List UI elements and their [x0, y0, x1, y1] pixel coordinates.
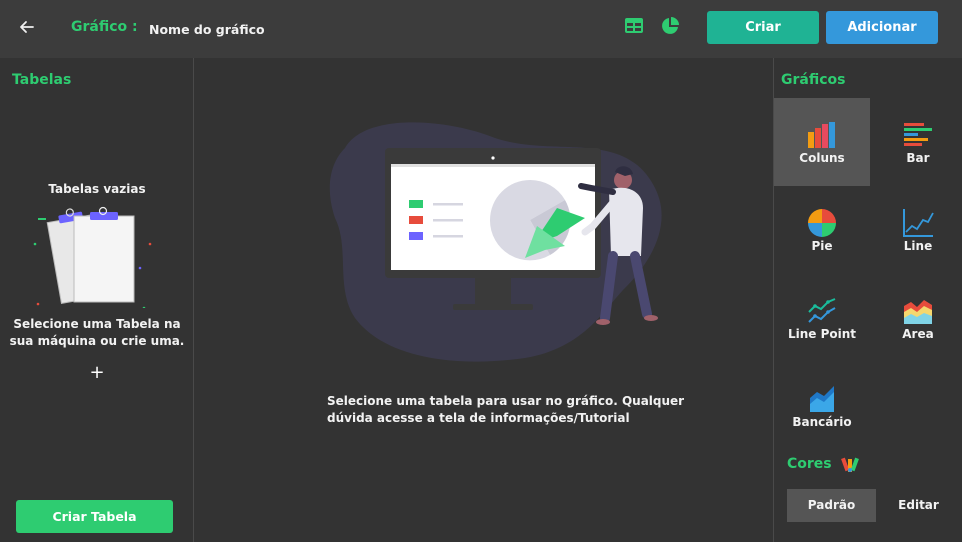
charts-panel: Gráficos Coluns Bar Pie Line Line Point … — [773, 58, 962, 542]
center-message-line-1: Selecione uma tabela para usar no gráfic… — [327, 394, 685, 408]
tables-title: Tabelas — [12, 72, 72, 88]
tables-panel: Tabelas Tabelas vazias Selecione uma Tab… — [0, 58, 194, 542]
add-table-plus-icon[interactable]: + — [86, 362, 108, 384]
clipboard-illustration — [32, 204, 162, 310]
chart-type-label: Area — [902, 327, 934, 341]
pie-view-icon[interactable] — [660, 16, 680, 36]
line-point-chart-icon — [808, 298, 836, 323]
add-button[interactable]: Adicionar — [826, 11, 938, 44]
line-chart-icon — [903, 209, 934, 237]
chart-type-banking[interactable]: Bancário — [774, 362, 870, 450]
pie-chart-icon — [808, 209, 836, 237]
back-arrow-icon[interactable] — [16, 16, 38, 38]
presentation-illustration — [325, 118, 675, 368]
chart-name-field[interactable]: Nome do gráfico — [149, 22, 265, 37]
create-table-button[interactable]: Criar Tabela — [16, 500, 173, 533]
colors-title: Cores — [787, 456, 832, 472]
chart-type-label: Line — [903, 239, 933, 253]
banking-chart-icon — [810, 386, 834, 412]
chart-type-label: Bar — [906, 151, 930, 165]
empty-tables-title: Tabelas vazias — [48, 182, 146, 196]
chart-label: Gráfico : — [71, 19, 138, 35]
chart-type-label: Bancário — [792, 415, 852, 429]
chart-type-line-point[interactable]: Line Point — [774, 274, 870, 362]
chart-type-label: Pie — [811, 239, 833, 253]
chart-type-pie[interactable]: Pie — [774, 186, 870, 274]
chart-type-columns[interactable]: Coluns — [774, 98, 870, 186]
top-header: Gráfico : Nome do gráfico Criar Adiciona… — [0, 0, 962, 58]
chart-type-line[interactable]: Line — [870, 186, 962, 274]
empty-desc-line-1: Selecione uma Tabela na — [13, 317, 181, 331]
palette-icon[interactable] — [841, 456, 859, 474]
charts-title: Gráficos — [781, 72, 846, 88]
column-chart-icon — [808, 122, 835, 148]
center-message-line-2: dúvida acesse a tela de informações/Tuto… — [327, 411, 630, 425]
empty-desc-line-2: sua máquina ou crie uma. — [9, 334, 185, 348]
colors-default-tab[interactable]: Padrão — [787, 489, 876, 522]
empty-tables-description: Selecione uma Tabela na sua máquina ou c… — [0, 316, 194, 350]
create-button[interactable]: Criar — [707, 11, 819, 44]
chart-type-label: Line Point — [787, 327, 857, 341]
chart-type-label: Coluns — [799, 151, 845, 165]
colors-edit-tab[interactable]: Editar — [874, 489, 962, 522]
chart-type-bar[interactable]: Bar — [870, 98, 962, 186]
chart-preview-area: Selecione uma tabela para usar no gráfic… — [195, 58, 773, 542]
chart-type-area[interactable]: Area — [870, 274, 962, 362]
table-view-icon[interactable] — [624, 16, 644, 36]
bar-chart-icon — [904, 123, 932, 146]
center-instructions: Selecione uma tabela para usar no gráfic… — [327, 393, 687, 427]
area-chart-icon — [904, 300, 932, 324]
